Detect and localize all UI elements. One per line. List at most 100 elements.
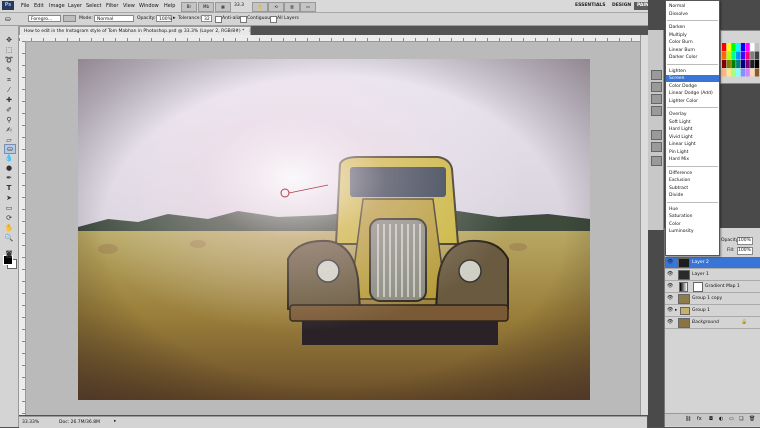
history-panel-icon[interactable] <box>651 70 662 80</box>
swatch-cell[interactable] <box>745 60 750 68</box>
status-arrow-icon[interactable]: ▸ <box>114 419 116 424</box>
blend-mode-option-exclusion[interactable]: Exclusion <box>666 177 719 184</box>
swatch-cell[interactable] <box>754 60 760 68</box>
vertical-ruler[interactable] <box>19 41 26 415</box>
blend-mode-option-overlay[interactable]: Overlay <box>666 111 719 118</box>
tool-presets-panel-icon[interactable] <box>651 156 662 166</box>
blur-tool-icon[interactable]: 💧 <box>4 154 14 162</box>
visibility-eye-icon[interactable]: 👁 <box>667 271 673 277</box>
layer-row-group-1-copy[interactable]: 👁 Group 1 copy <box>665 293 760 305</box>
swatch-cell[interactable] <box>731 68 736 77</box>
swatch-cell[interactable] <box>731 43 736 51</box>
pen-tool-icon[interactable]: ✒ <box>4 174 14 182</box>
history-brush-tool-icon[interactable]: ✍ <box>4 126 14 134</box>
menu-help[interactable]: Help <box>164 3 175 9</box>
crop-tool-icon[interactable]: ⌗ <box>4 76 14 84</box>
new-adjustment-icon[interactable]: ◐ <box>719 416 723 422</box>
swatch-cell[interactable] <box>740 43 745 51</box>
character-panel-icon[interactable] <box>651 106 662 116</box>
blend-mode-option-vivid-light[interactable]: Vivid Light <box>666 134 719 141</box>
swatch-cell[interactable] <box>750 60 755 68</box>
brush-tool-icon[interactable]: ✐ <box>4 106 14 114</box>
swatch-cell[interactable] <box>740 60 745 68</box>
actions-panel-icon[interactable] <box>651 82 662 92</box>
paint-bucket-tool-icon[interactable]: ⛀ <box>4 144 16 154</box>
blend-mode-option-saturation[interactable]: Saturation <box>666 213 719 220</box>
menu-select[interactable]: Select <box>86 3 101 9</box>
menu-file[interactable]: File <box>21 3 29 9</box>
swatch-cell[interactable] <box>736 51 741 60</box>
layer-row-gradient-map-1[interactable]: 👁 Gradient Map 1 <box>665 281 760 293</box>
visibility-eye-icon[interactable]: 👁 <box>667 307 673 313</box>
blend-mode-option-normal[interactable]: Normal <box>666 3 719 10</box>
clone-stamp-tool-icon[interactable]: ⚲ <box>4 116 14 124</box>
vertical-scrollbar[interactable] <box>640 35 648 415</box>
blend-mode-option-divide[interactable]: Divide <box>666 192 719 199</box>
all-layers-checkbox[interactable] <box>270 16 277 23</box>
move-tool-icon[interactable]: ✥ <box>4 36 14 44</box>
fx-icon[interactable]: fx <box>697 416 702 422</box>
menu-layer[interactable]: Layer <box>68 3 82 9</box>
hand-icon[interactable]: ✋ <box>252 2 268 12</box>
swatch-cell[interactable] <box>745 68 750 77</box>
layer-row-background[interactable]: 👁 Background 🔒 <box>665 317 760 329</box>
layer-row-group-1[interactable]: 👁 ▸ Group 1 <box>665 305 760 317</box>
screen-mode-icon[interactable]: ▭ <box>300 2 316 12</box>
tab-close-icon[interactable]: × <box>249 29 250 34</box>
visibility-eye-icon[interactable]: 👁 <box>667 295 673 301</box>
swatch-cell[interactable] <box>726 51 731 60</box>
swatch-cell[interactable] <box>736 43 741 51</box>
swatch-cell[interactable] <box>722 68 727 77</box>
opacity-input[interactable]: 100% <box>156 15 172 22</box>
lasso-tool-icon[interactable]: ➰ <box>4 56 14 64</box>
swatch-cell[interactable] <box>754 68 760 77</box>
quick-select-tool-icon[interactable]: ✎ <box>4 66 14 74</box>
swatch-cell[interactable] <box>750 68 755 77</box>
rotate-view-icon[interactable]: ⟲ <box>268 2 284 12</box>
eraser-tool-icon[interactable]: ▱ <box>4 136 14 144</box>
swatch-cell[interactable] <box>731 51 736 60</box>
arrange-documents-icon[interactable]: ▥ <box>284 2 300 12</box>
blend-mode-option-hard-light[interactable]: Hard Light <box>666 126 719 133</box>
swatch-cell[interactable] <box>726 43 731 51</box>
swatch-cell[interactable] <box>740 51 745 60</box>
marquee-tool-icon[interactable]: ⬚ <box>4 46 14 54</box>
swatch-cell[interactable] <box>754 43 760 51</box>
paint-bucket-icon[interactable]: ⛀ <box>5 15 11 23</box>
blend-mode-option-multiply[interactable]: Multiply <box>666 32 719 39</box>
link-layers-icon[interactable]: ⛓ <box>685 416 691 422</box>
view-extras-icon[interactable]: ▦ <box>215 2 231 12</box>
layer-row-layer-2[interactable]: 👁 Layer 2 <box>665 257 760 269</box>
swatch-cell[interactable] <box>731 60 736 68</box>
workspace-essentials[interactable]: ESSENTIALS <box>572 2 609 10</box>
blend-mode-option-hue[interactable]: Hue <box>666 206 719 213</box>
swatch-cell[interactable] <box>722 51 727 60</box>
zoom-tool-icon[interactable]: 🔍 <box>4 234 14 242</box>
status-zoom[interactable]: 33.33% <box>22 420 39 425</box>
blend-mode-option-dissolve[interactable]: Dissolve <box>666 11 719 18</box>
blend-mode-option-soft-light[interactable]: Soft Light <box>666 119 719 126</box>
menu-window[interactable]: Window <box>139 3 159 9</box>
blend-mode-option-color-burn[interactable]: Color Burn <box>666 39 719 46</box>
opacity-arrow-icon[interactable]: ▸ <box>173 15 176 21</box>
document-canvas-image[interactable] <box>78 59 590 400</box>
layer-opacity-input[interactable]: 100% <box>737 237 753 245</box>
horizontal-ruler[interactable] <box>19 35 646 42</box>
blend-mode-option-luminosity[interactable]: Luminosity <box>666 228 719 235</box>
swatch-cell[interactable] <box>745 43 750 51</box>
blend-mode-option-color-dodge[interactable]: Color Dodge <box>666 83 719 90</box>
swatches-grid[interactable] <box>722 43 760 79</box>
document-tab[interactable]: How to edit in the Instagram style of To… <box>19 26 251 35</box>
type-tool-icon[interactable]: T <box>4 184 14 192</box>
swatch-cell[interactable] <box>750 43 755 51</box>
blend-mode-option-darker-color[interactable]: Darker Color <box>666 54 719 61</box>
blend-mode-option-difference[interactable]: Difference <box>666 170 719 177</box>
expand-arrow-icon[interactable]: ▸ <box>675 305 677 316</box>
menu-image[interactable]: Image <box>49 3 65 9</box>
blend-mode-option-color[interactable]: Color <box>666 221 719 228</box>
blend-mode-option-linear-burn[interactable]: Linear Burn <box>666 47 719 54</box>
blend-mode-option-linear-dodge-add[interactable]: Linear Dodge (Add) <box>666 90 719 97</box>
eyedropper-tool-icon[interactable]: ⁄ <box>4 86 14 94</box>
layer-fill-input[interactable]: 100% <box>737 247 753 255</box>
adjustments-panel-icon[interactable] <box>651 130 662 140</box>
